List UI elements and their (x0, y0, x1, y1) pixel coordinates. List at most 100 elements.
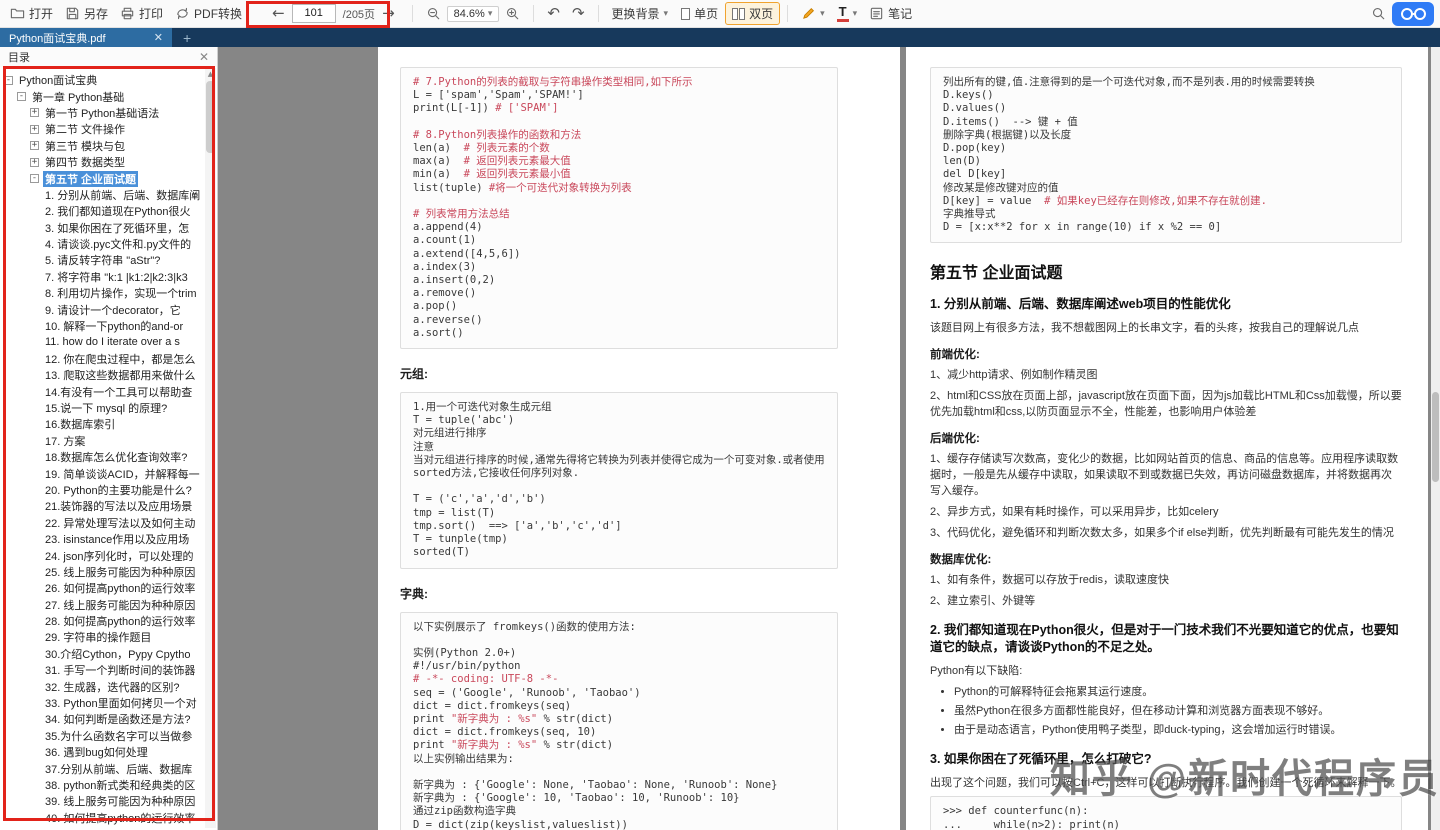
toc-item[interactable]: 3. 如果你困在了死循环里，怎 (0, 220, 205, 236)
toc-item[interactable]: +第四节 数据类型 (0, 154, 205, 170)
zoom-level-dropdown[interactable]: 84.6% ▾ (447, 6, 500, 22)
toc-item[interactable]: 25. 线上服务可能因为种种原因 (0, 564, 205, 580)
toc-item[interactable]: 1. 分别从前端、后端、数据库阐 (0, 187, 205, 203)
heading: 元组: (400, 365, 838, 382)
toc-item[interactable]: 24. json序列化时，可以处理的 (0, 547, 205, 563)
toc-item[interactable]: -Python面试宝典 (0, 72, 205, 88)
open-button[interactable]: 打开 (4, 2, 59, 25)
toc-item[interactable]: 15.说一下 mysql 的原理? (0, 400, 205, 416)
toc-item[interactable]: 34. 如何判断是函数还是方法? (0, 711, 205, 727)
expand-icon[interactable]: + (30, 158, 39, 167)
tab-close-icon[interactable]: ✕ (154, 31, 163, 44)
toc-item[interactable]: 31. 手写一个判断时间的装饰器 (0, 662, 205, 678)
toc-item-label: 32. 生成器，迭代器的区别? (43, 679, 181, 695)
page-number-input[interactable]: 101 (292, 4, 336, 23)
toc-item-label: 29. 字符串的操作题目 (43, 629, 153, 645)
toc-item[interactable]: 20. Python的主要功能是什么? (0, 482, 205, 498)
toc-item-label: 第三节 模块与包 (43, 138, 127, 154)
toc-item[interactable]: 18.数据库怎么优化查询效率? (0, 449, 205, 465)
toc-item[interactable]: + 第三节 模块与包 (0, 138, 205, 154)
quark-badge-icon[interactable] (1392, 2, 1434, 26)
note-button[interactable]: 笔记 (863, 2, 918, 25)
print-button[interactable]: 打印 (114, 2, 169, 25)
toc-item[interactable]: 12. 你在爬虫过程中，都是怎么 (0, 351, 205, 367)
collapse-icon[interactable]: - (30, 174, 39, 183)
paragraph: 1、如有条件，数据可以存放于redis，读取速度快 (930, 572, 1402, 588)
redo-button[interactable]: ↷ (566, 3, 591, 24)
document-tab[interactable]: Python面试宝典.pdf ✕ (0, 28, 172, 47)
collapse-icon[interactable]: - (4, 76, 13, 85)
toc-item[interactable]: 30.介绍Cython，Pypy Cpytho (0, 646, 205, 662)
toc-item-label: 24. json序列化时，可以处理的 (43, 548, 196, 564)
toc-item[interactable]: 26. 如何提高python的运行效率 (0, 580, 205, 596)
toc-item-label: 17. 方案 (43, 433, 87, 449)
pen-tool-button[interactable]: ▾ (795, 3, 831, 24)
toc-item[interactable]: 9. 请设计一个decorator，它 (0, 301, 205, 317)
expand-icon[interactable]: + (30, 108, 39, 117)
toc-item[interactable]: 13. 爬取这些数据都用来做什么 (0, 367, 205, 383)
toc-item[interactable]: 2. 我们都知道现在Python很火 (0, 203, 205, 219)
toc-scrollbar[interactable]: ▲ (205, 68, 216, 828)
toc-item[interactable]: 16.数据库索引 (0, 416, 205, 432)
toc-item-label: 2. 我们都知道现在Python很火 (43, 203, 192, 219)
single-page-toggle[interactable]: 单页 (674, 2, 725, 25)
toc-item[interactable]: 21.装饰器的写法以及应用场景 (0, 498, 205, 514)
toc-item[interactable]: 35.为什么函数名字可以当做参 (0, 728, 205, 744)
toc-item[interactable]: 4. 请谈谈.pyc文件和.py文件的 (0, 236, 205, 252)
folder-open-icon (10, 6, 25, 21)
zoom-out-button[interactable] (420, 3, 447, 24)
double-page-toggle[interactable]: 双页 (725, 2, 780, 25)
document-viewer[interactable]: # 7.Python的列表的截取与字符串操作类型相同,如下所示L = ['spa… (218, 47, 1440, 830)
toc-item[interactable]: +第一节 Python基础语法 (0, 105, 205, 121)
toc-item[interactable]: 17. 方案 (0, 433, 205, 449)
new-tab-button[interactable]: + (172, 28, 202, 47)
toc-item[interactable]: 33. Python里面如何拷贝一个对 (0, 695, 205, 711)
main-scrollbar[interactable] (1431, 47, 1440, 830)
toc-item[interactable]: 38. python新式类和经典类的区 (0, 777, 205, 793)
heading: 第五节 企业面试题 (930, 259, 1402, 283)
toc-item[interactable]: 37.分别从前端、后端、数据库 (0, 760, 205, 776)
toc-item[interactable]: 7. 将字符串 "k:1 |k1:2|k2:3|k3 (0, 269, 205, 285)
toc-item[interactable]: 10. 解释一下python的and-or (0, 318, 205, 334)
toc-item[interactable]: 23. isinstance作用以及应用场 (0, 531, 205, 547)
next-page-button[interactable]: → (382, 6, 395, 21)
toc-item-label: 33. Python里面如何拷贝一个对 (43, 695, 199, 711)
toc-item[interactable]: 29. 字符串的操作题目 (0, 629, 205, 645)
toc-item[interactable]: 27. 线上服务可能因为种种原因 (0, 597, 205, 613)
undo-button[interactable]: ↶ (541, 3, 566, 24)
expand-icon[interactable]: + (30, 125, 39, 134)
single-page-icon (681, 8, 690, 20)
expand-icon[interactable]: + (30, 141, 39, 150)
previous-page-button[interactable]: ← (272, 6, 285, 21)
toc-item[interactable]: 36. 遇到bug如何处理 (0, 744, 205, 760)
toc-item[interactable]: 39. 线上服务可能因为种种原因 (0, 793, 205, 809)
change-background-dropdown[interactable]: 更换背景 ▾ (606, 2, 675, 25)
main-scroll-thumb[interactable] (1432, 392, 1439, 482)
toc-item[interactable]: 5. 请反转字符串 "aStr"? (0, 252, 205, 268)
toc-item[interactable]: 14.有没有一个工具可以帮助查 (0, 383, 205, 399)
toc-item[interactable]: 28. 如何提高python的运行效率 (0, 613, 205, 629)
toc-item[interactable]: +第二节 文件操作 (0, 121, 205, 137)
toc-item[interactable]: -第五节 企业面试题 (0, 170, 205, 186)
search-icon[interactable] (1371, 6, 1386, 21)
text-tool-button[interactable]: T ▾ (831, 2, 864, 25)
pdf-convert-button[interactable]: PDF转换 (169, 2, 248, 25)
sidebar-close-icon[interactable]: ✕ (199, 50, 209, 64)
zoom-in-button[interactable] (499, 3, 526, 24)
toc-item[interactable]: -第一章 Python基础 (0, 88, 205, 104)
collapse-icon[interactable]: - (17, 92, 26, 101)
scroll-up-icon[interactable]: ▲ (205, 68, 216, 80)
toc-item[interactable]: 32. 生成器，迭代器的区别? (0, 678, 205, 694)
save-as-button[interactable]: 另存 (59, 2, 114, 25)
toc-item[interactable]: 11. how do I iterate over a s (0, 334, 205, 350)
toc-item-label: 9. 请设计一个decorator，它 (43, 302, 183, 318)
toc-item[interactable]: 19. 简单谈谈ACID，并解释每一 (0, 465, 205, 481)
page-left-content: # 7.Python的列表的截取与字符串操作类型相同,如下所示L = ['spa… (378, 47, 900, 830)
print-button-label: 打印 (139, 5, 163, 22)
toc-scroll-thumb[interactable] (206, 81, 215, 153)
note-button-label: 笔记 (888, 5, 912, 22)
toc-item[interactable]: 22. 异常处理写法以及如何主动 (0, 515, 205, 531)
toc-item[interactable]: 8. 利用切片操作，实现一个trim (0, 285, 205, 301)
toc-item[interactable]: 40. 如何提高python的运行效率 (0, 810, 205, 826)
paragraph: 3、代码优化，避免循环和判断次数太多，如果多个if else判断，优先判断最有可… (930, 525, 1402, 541)
